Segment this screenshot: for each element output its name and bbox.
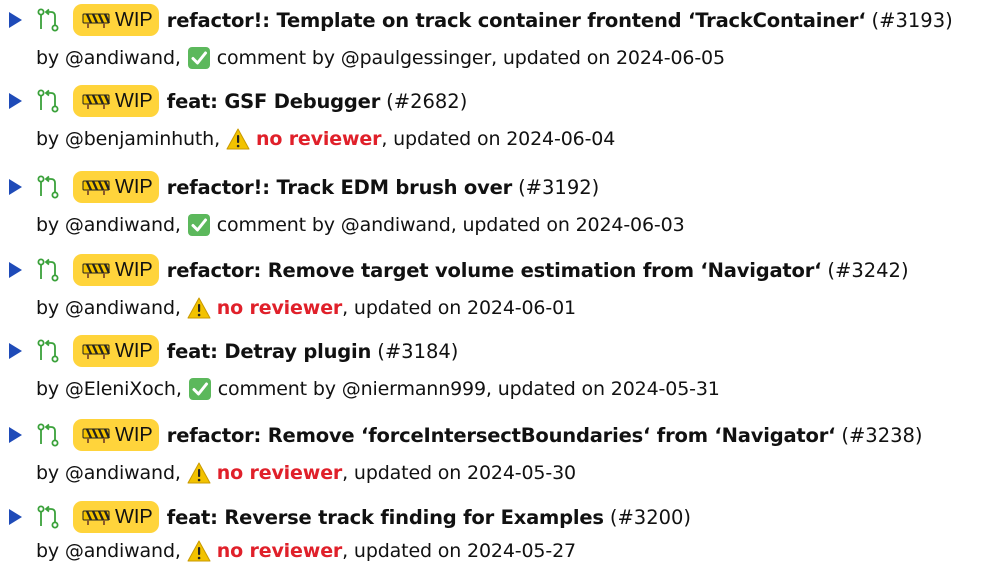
pr-title-link[interactable]: feat: GSF Debugger (167, 90, 381, 113)
construction-barrier-icon (81, 178, 111, 196)
pr-item: WIP refactor: Remove ‘forceIntersectBoun… (0, 418, 988, 498)
wip-badge: WIP (73, 419, 159, 451)
pull-request-icon (37, 258, 59, 282)
pr-item: WIP feat: GSF Debugger (#2682) by @benja… (0, 84, 988, 164)
pr-author: by @benjaminhuth, (36, 128, 220, 150)
pr-number: (#3242) (827, 258, 909, 282)
pull-request-icon (37, 89, 59, 113)
pr-author: by @andiwand, (36, 540, 181, 562)
pr-status-text: comment by @andiwand (216, 214, 451, 236)
pr-number: (#2682) (386, 89, 468, 113)
wip-badge: WIP (73, 254, 159, 286)
pull-request-icon (37, 8, 59, 32)
pr-meta-line: by @andiwand, comment by @andiwand , upd… (36, 210, 685, 240)
triangle-right-icon (9, 509, 22, 525)
pr-number: (#3200) (609, 505, 692, 529)
warning-icon (187, 539, 211, 563)
construction-barrier-icon (81, 508, 111, 526)
pull-request-icon (37, 339, 59, 363)
pr-title-link[interactable]: refactor: Remove target volume estimatio… (167, 259, 822, 282)
pr-status-text: no reviewer (255, 128, 382, 150)
pr-title-link[interactable]: refactor!: Track EDM brush over (167, 176, 512, 199)
pr-meta-line: by @EleniXoch, comment by @niermann999 ,… (36, 374, 720, 404)
pr-updated: , updated on 2024-06-03 (450, 214, 685, 236)
triangle-right-icon (9, 179, 22, 195)
check-mark-icon (188, 377, 212, 401)
pr-title-line: WIP refactor: Remove target volume estim… (0, 253, 909, 287)
pr-title-link[interactable]: feat: Detray plugin (167, 340, 372, 363)
triangle-right-icon (9, 427, 22, 443)
pr-author: by @andiwand, (36, 297, 181, 319)
warning-icon (187, 461, 211, 485)
construction-barrier-icon (81, 92, 111, 110)
pr-item: WIP refactor: Remove target volume estim… (0, 253, 988, 333)
warning-icon (187, 296, 211, 320)
pr-author: by @andiwand, (36, 462, 181, 484)
wip-label: WIP (115, 89, 153, 112)
pull-request-icon (37, 423, 59, 447)
pr-meta-line: by @andiwand, no reviewer , updated on 2… (36, 536, 576, 566)
construction-barrier-icon (81, 426, 111, 444)
triangle-right-icon (9, 343, 22, 359)
pr-item: WIP feat: Detray plugin (#3184) by @Elen… (0, 334, 988, 414)
pr-meta-line: by @andiwand, comment by @paulgessinger … (36, 43, 725, 73)
pull-request-icon (37, 505, 59, 529)
wip-badge: WIP (73, 171, 159, 203)
construction-barrier-icon (81, 261, 111, 279)
pr-author: by @EleniXoch, (36, 378, 182, 400)
pr-status-text: comment by @paulgessinger (216, 47, 492, 69)
wip-label: WIP (115, 505, 153, 528)
pr-updated: , updated on 2024-05-27 (342, 540, 576, 562)
wip-label: WIP (115, 258, 153, 281)
pr-status-text: no reviewer (216, 540, 343, 562)
check-mark-icon (187, 213, 211, 237)
wip-label: WIP (115, 8, 153, 31)
wip-label: WIP (115, 175, 153, 198)
pr-title-link[interactable]: refactor!: Template on track container f… (167, 9, 866, 32)
check-mark-icon (187, 46, 211, 70)
pr-updated: , updated on 2024-05-31 (485, 378, 720, 400)
pr-updated: , updated on 2024-06-04 (381, 128, 616, 150)
pr-status-text: no reviewer (216, 297, 343, 319)
wip-badge: WIP (73, 85, 159, 117)
pr-title-line: WIP feat: Reverse track finding for Exam… (0, 500, 691, 534)
pr-title-line: WIP feat: Detray plugin (#3184) (0, 334, 458, 368)
pr-updated: , updated on 2024-06-05 (491, 47, 725, 69)
pr-item: WIP refactor!: Template on track contain… (0, 3, 988, 83)
pr-title-link[interactable]: feat: Reverse track finding for Examples (167, 506, 604, 529)
pr-number: (#3238) (841, 423, 923, 447)
pr-item: WIP refactor!: Track EDM brush over (#31… (0, 170, 988, 250)
wip-label: WIP (115, 339, 153, 362)
pr-meta-line: by @benjaminhuth, no reviewer , updated … (36, 124, 615, 154)
triangle-right-icon (9, 93, 22, 109)
pr-title-line: WIP feat: GSF Debugger (#2682) (0, 84, 467, 118)
pr-title-link[interactable]: refactor: Remove ‘forceIntersectBoundari… (167, 424, 836, 447)
pull-request-icon (37, 175, 59, 199)
pr-number: (#3184) (377, 339, 459, 363)
triangle-right-icon (9, 12, 22, 28)
pr-updated: , updated on 2024-06-01 (342, 297, 576, 319)
pr-item: WIP feat: Reverse track finding for Exam… (0, 500, 988, 580)
pr-number: (#3192) (518, 175, 600, 199)
pr-status-text: no reviewer (216, 462, 343, 484)
pull-request-list: WIP refactor!: Template on track contain… (0, 0, 988, 564)
wip-label: WIP (115, 423, 153, 446)
pr-author: by @andiwand, (36, 47, 181, 69)
triangle-right-icon (9, 262, 22, 278)
pr-meta-line: by @andiwand, no reviewer , updated on 2… (36, 458, 576, 488)
pr-title-line: WIP refactor!: Template on track contain… (0, 3, 953, 37)
pr-title-line: WIP refactor: Remove ‘forceIntersectBoun… (0, 418, 923, 452)
warning-icon (226, 127, 250, 151)
pr-meta-line: by @andiwand, no reviewer , updated on 2… (36, 293, 576, 323)
pr-author: by @andiwand, (36, 214, 181, 236)
wip-badge: WIP (73, 335, 159, 367)
pr-updated: , updated on 2024-05-30 (342, 462, 576, 484)
wip-badge: WIP (73, 4, 159, 36)
construction-barrier-icon (81, 11, 111, 29)
pr-number: (#3193) (871, 8, 953, 32)
construction-barrier-icon (81, 342, 111, 360)
pr-title-line: WIP refactor!: Track EDM brush over (#31… (0, 170, 599, 204)
pr-status-text: comment by @niermann999 (217, 378, 486, 400)
wip-badge: WIP (73, 501, 159, 533)
